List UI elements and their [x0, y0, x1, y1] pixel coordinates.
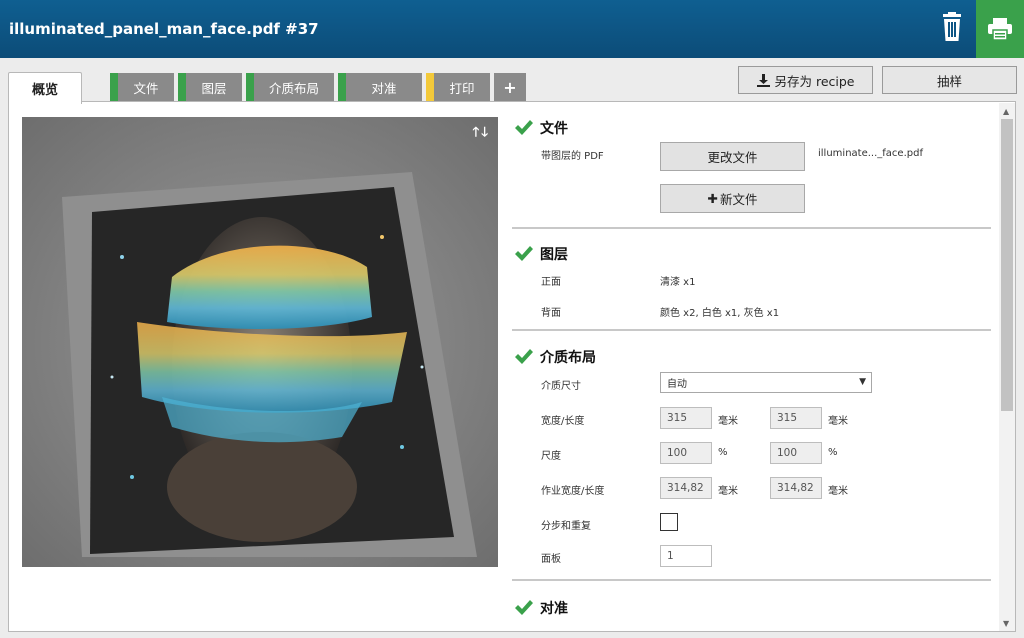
tab-print[interactable]: 打印 [426, 73, 490, 101]
panel-label: 面板 [541, 554, 561, 565]
divider [512, 579, 991, 581]
app-header: illuminated_panel_man_face.pdf #37 [0, 0, 1024, 58]
width-length-label: 宽度/长度 [541, 416, 585, 427]
status-bar [426, 73, 434, 101]
download-icon [756, 73, 770, 87]
tab-alignment[interactable]: 对准 [338, 73, 422, 101]
unit-percent: % [718, 447, 728, 458]
scale-label: 尺度 [541, 451, 561, 462]
change-file-label: 更改文件 [707, 150, 758, 165]
print-button[interactable] [976, 0, 1024, 58]
status-bar [246, 73, 254, 101]
sample-label: 抽样 [936, 73, 962, 89]
unit-mm: 毫米 [828, 416, 848, 427]
section-title: 对准 [540, 601, 568, 617]
front-value: 清漆 x1 [660, 277, 696, 288]
sample-button[interactable]: 抽样 [882, 66, 1017, 94]
section-file-header: 文件 [514, 118, 568, 138]
job-preview: 🡑🡓 [22, 117, 498, 567]
scale-y-field[interactable]: 100 [770, 442, 822, 464]
section-align-header: 对准 [514, 598, 568, 618]
change-file-button[interactable]: 更改文件 [660, 142, 805, 171]
media-size-value: 自动 [667, 379, 687, 390]
check-icon [515, 349, 533, 364]
check-icon [515, 246, 533, 261]
tab-overview[interactable]: 概览 [8, 72, 82, 104]
plus-icon: ✚ [707, 191, 718, 206]
tab-layers[interactable]: 图层 [178, 73, 242, 101]
save-recipe-button[interactable]: 另存为 recipe [738, 66, 873, 94]
new-file-label: 新文件 [719, 192, 758, 207]
job-size-label: 作业宽度/长度 [541, 486, 605, 497]
back-value: 颜色 x2, 白色 x1, 灰色 x1 [660, 308, 780, 319]
tab-label: 介质布局 [268, 80, 319, 96]
preview-arrows-icon[interactable]: 🡑🡓 [472, 123, 490, 145]
step-repeat-label: 分步和重复 [541, 521, 591, 532]
file-name: illuminate..._face.pdf [818, 148, 923, 159]
front-label: 正面 [541, 277, 561, 288]
tab-label: 打印 [449, 80, 475, 96]
media-size-label: 介质尺寸 [541, 381, 581, 392]
status-bar [110, 73, 118, 101]
tab-media-layout[interactable]: 介质布局 [246, 73, 334, 101]
divider [512, 227, 991, 229]
printer-icon [988, 18, 1012, 41]
section-title: 文件 [540, 121, 568, 137]
tab-file[interactable]: 文件 [110, 73, 174, 101]
caret-down-icon: ▼ [859, 377, 866, 387]
scroll-down-icon[interactable]: ▼ [1003, 619, 1009, 628]
add-tab-button[interactable]: + [494, 73, 526, 101]
file-label: 带图层的 PDF [541, 151, 604, 162]
section-title: 图层 [540, 247, 568, 263]
section-layers-header: 图层 [514, 244, 568, 264]
width-field[interactable]: 315 [660, 407, 712, 429]
vertical-scrollbar[interactable]: ▲ ▼ [999, 103, 1015, 631]
tab-label: 对准 [371, 80, 397, 96]
unit-mm: 毫米 [718, 486, 738, 497]
status-bar [178, 73, 186, 101]
status-bar [338, 73, 346, 101]
divider [512, 329, 991, 331]
new-file-button[interactable]: ✚ 新文件 [660, 184, 805, 213]
tab-label: 概览 [31, 83, 58, 98]
unit-mm: 毫米 [718, 416, 738, 427]
job-length-field[interactable]: 314,82 [770, 477, 822, 499]
preview-image [22, 117, 498, 567]
job-title: illuminated_panel_man_face.pdf #37 [9, 20, 319, 38]
media-size-select[interactable]: 自动 ▼ [660, 372, 872, 393]
step-repeat-checkbox[interactable] [660, 513, 678, 531]
scale-x-field[interactable]: 100 [660, 442, 712, 464]
tab-label: 图层 [201, 80, 227, 96]
length-field[interactable]: 315 [770, 407, 822, 429]
save-recipe-label: 另存为 recipe [774, 73, 855, 89]
unit-percent: % [828, 447, 838, 458]
job-width-field[interactable]: 314,82 [660, 477, 712, 499]
trash-icon[interactable] [938, 12, 966, 42]
scrollbar-thumb[interactable] [1001, 119, 1013, 411]
unit-mm: 毫米 [828, 486, 848, 497]
section-media-header: 介质布局 [514, 347, 596, 367]
tab-label: 文件 [133, 80, 159, 96]
section-title: 介质布局 [540, 350, 596, 366]
check-icon [515, 120, 533, 135]
back-label: 背面 [541, 308, 561, 319]
plus-icon: + [503, 77, 517, 97]
scroll-up-icon[interactable]: ▲ [1003, 107, 1009, 116]
panel-field[interactable]: 1 [660, 545, 712, 567]
check-icon [515, 600, 533, 615]
